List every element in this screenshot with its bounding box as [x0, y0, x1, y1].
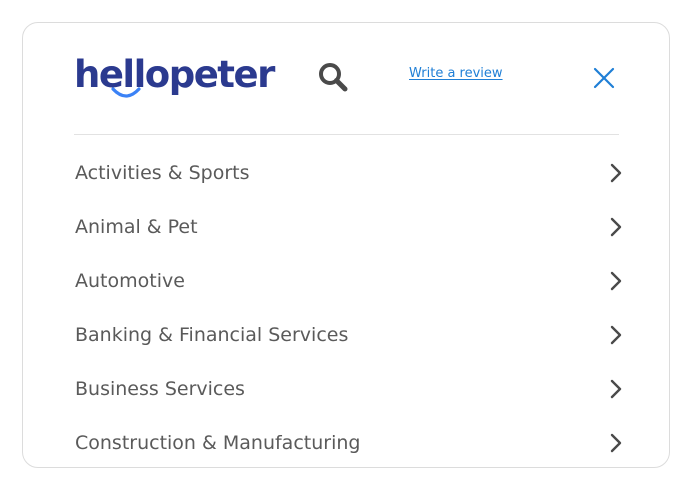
menu-item-activities-sports[interactable]: Activities & Sports: [74, 146, 622, 200]
write-review-link[interactable]: Write a review: [409, 66, 503, 81]
chevron-right-icon: [610, 379, 622, 399]
menu-item-construction-manufacturing[interactable]: Construction & Manufacturing: [74, 416, 622, 467]
menu-item-label: Animal & Pet: [75, 216, 198, 238]
menu-item-label: Activities & Sports: [75, 162, 250, 184]
chevron-right-icon: [610, 433, 622, 453]
close-icon[interactable]: [593, 67, 615, 89]
search-icon[interactable]: [317, 61, 349, 93]
menu-item-banking-financial-services[interactable]: Banking & Financial Services: [74, 308, 622, 362]
logo-wordmark: hellopeter: [74, 53, 275, 96]
menu-item-label: Business Services: [75, 378, 245, 400]
hellopeter-logo[interactable]: hellopeter: [74, 53, 275, 103]
header-divider: [74, 134, 619, 135]
menu-item-business-services[interactable]: Business Services: [74, 362, 622, 416]
chevron-right-icon: [610, 325, 622, 345]
menu-item-automotive[interactable]: Automotive: [74, 254, 622, 308]
menu-item-label: Automotive: [75, 270, 185, 292]
menu-item-animal-pet[interactable]: Animal & Pet: [74, 200, 622, 254]
menu-item-label: Banking & Financial Services: [75, 324, 349, 346]
menu-item-label: Construction & Manufacturing: [75, 432, 361, 454]
logo-smile-icon: [111, 87, 141, 98]
chevron-right-icon: [610, 163, 622, 183]
chevron-right-icon: [610, 217, 622, 237]
chevron-right-icon: [610, 271, 622, 291]
navigation-panel: hellopeter Write a review Activities & S…: [22, 22, 670, 468]
category-menu: Activities & Sports Animal & Pet Automot…: [74, 146, 622, 467]
panel-header: hellopeter Write a review: [23, 23, 669, 135]
